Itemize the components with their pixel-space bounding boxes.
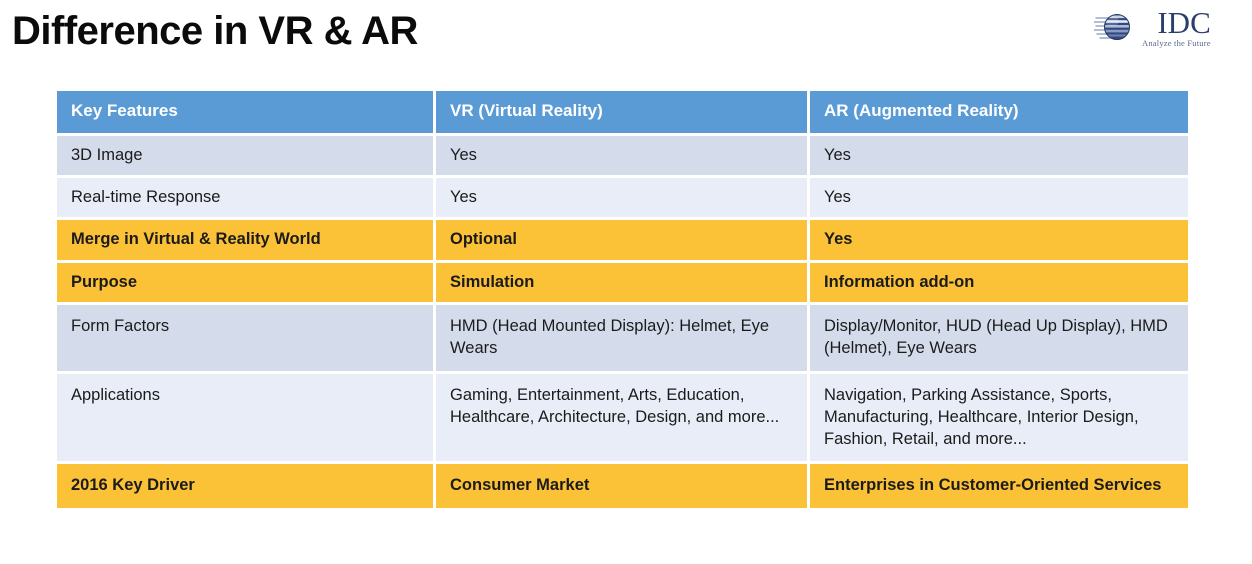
cell-ar: Information add-on [810, 262, 1188, 305]
table-header-row: Key Features VR (Virtual Reality) AR (Au… [57, 91, 1188, 136]
vr-ar-comparison-table: Key Features VR (Virtual Reality) AR (Au… [57, 91, 1188, 511]
page-title: Difference in VR & AR [12, 9, 418, 53]
table-row: Applications Gaming, Entertainment, Arts… [57, 373, 1188, 465]
table-row: Real-time Response Yes Yes [57, 178, 1188, 221]
cell-vr: Yes [436, 178, 810, 221]
cell-ar: Yes [810, 178, 1188, 221]
cell-vr: Gaming, Entertainment, Arts, Education, … [436, 373, 810, 465]
cell-ar: Navigation, Parking Assistance, Sports, … [810, 373, 1188, 465]
cell-feature: Real-time Response [57, 178, 436, 221]
cell-vr: Simulation [436, 262, 810, 305]
cell-feature: Purpose [57, 262, 436, 305]
cell-ar: Display/Monitor, HUD (Head Up Display), … [810, 305, 1188, 374]
cell-ar: Yes [810, 220, 1188, 263]
cell-vr: Yes [436, 135, 810, 179]
table-row: 2016 Key Driver Consumer Market Enterpri… [57, 464, 1188, 511]
cell-feature: Merge in Virtual & Reality World [57, 220, 436, 263]
column-header-ar: AR (Augmented Reality) [810, 91, 1188, 136]
table-row: Merge in Virtual & Reality World Optiona… [57, 220, 1188, 263]
cell-feature: 2016 Key Driver [57, 464, 436, 511]
cell-ar: Enterprises in Customer-Oriented Service… [810, 464, 1188, 511]
cell-feature: Applications [57, 373, 436, 465]
column-header-key-features: Key Features [57, 91, 436, 136]
idc-wordmark: IDC [1157, 4, 1211, 40]
idc-tagline: Analyze the Future [1142, 37, 1211, 48]
slide-canvas: Difference in VR & AR IDC Analyze the Fu… [0, 0, 1252, 564]
cell-feature: 3D Image [57, 135, 436, 179]
cell-ar: Yes [810, 135, 1188, 179]
cell-vr: HMD (Head Mounted Display): Helmet, Eye … [436, 305, 810, 374]
cell-vr: Optional [436, 220, 810, 263]
table-row: Form Factors HMD (Head Mounted Display):… [57, 305, 1188, 374]
idc-logo-text: IDC Analyze the Future [1142, 7, 1211, 48]
idc-logo: IDC Analyze the Future [1093, 4, 1244, 50]
table-row: 3D Image Yes Yes [57, 135, 1188, 179]
idc-globe-icon [1093, 7, 1138, 47]
cell-vr: Consumer Market [436, 464, 810, 511]
column-header-vr: VR (Virtual Reality) [436, 91, 810, 136]
cell-feature: Form Factors [57, 305, 436, 374]
table-row: Purpose Simulation Information add-on [57, 262, 1188, 305]
